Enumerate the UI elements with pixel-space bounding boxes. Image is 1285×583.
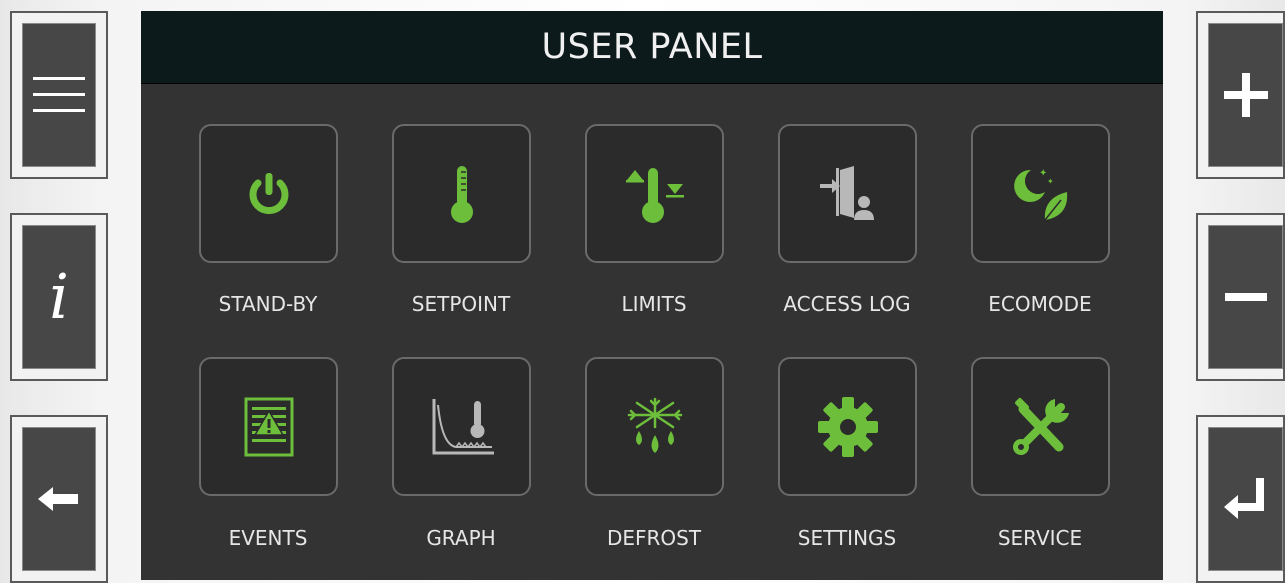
setpoint-button[interactable] [392, 124, 531, 263]
menu-button[interactable] [10, 11, 108, 179]
arrow-left-icon [38, 487, 78, 511]
svg-text:✦: ✦ [1047, 177, 1054, 186]
plus-button[interactable] [1196, 11, 1285, 179]
graph-button[interactable] [392, 357, 531, 496]
panel-header: USER PANEL [141, 11, 1163, 84]
defrost-label: DEFROST [606, 526, 702, 550]
service-button[interactable] [971, 357, 1110, 496]
defrost-button[interactable] [585, 357, 724, 496]
setpoint-label: SETPOINT [411, 292, 511, 316]
page-title: USER PANEL [541, 27, 763, 67]
graph-label: GRAPH [426, 526, 496, 550]
snowflake-drops-icon [627, 397, 682, 453]
hamburger-menu-icon [33, 77, 85, 112]
enter-return-icon [1223, 478, 1264, 519]
service-label: SERVICE [997, 526, 1083, 550]
standby-button[interactable] [199, 124, 338, 263]
plus-icon [1223, 73, 1268, 117]
minus-button[interactable] [1196, 213, 1285, 381]
settings-label: SETTINGS [797, 526, 897, 550]
wrench-screwdriver-icon [1012, 397, 1069, 455]
info-button[interactable]: i [10, 213, 108, 381]
ecomode-button[interactable]: ✦ ✦ [971, 124, 1110, 263]
standby-label: STAND-BY [218, 292, 318, 316]
events-label: EVENTS [228, 526, 308, 550]
ecomode-label: ECOMODE [988, 292, 1092, 316]
door-user-icon [819, 165, 874, 220]
info-icon: i [49, 260, 69, 333]
limits-label: LIMITS [621, 292, 687, 316]
moon-leaf-icon: ✦ ✦ [1013, 168, 1067, 220]
minus-icon [1224, 293, 1267, 301]
gear-icon [817, 396, 878, 457]
event-list-alert-icon [244, 397, 293, 456]
temperature-graph-icon [432, 398, 494, 454]
settings-button[interactable] [778, 357, 917, 496]
events-button[interactable] [199, 357, 338, 496]
enter-button[interactable] [1196, 415, 1285, 583]
thermometer-icon [450, 165, 473, 223]
access-log-label: ACCESS LOG [783, 292, 911, 316]
power-icon [249, 172, 288, 214]
limits-button[interactable] [585, 124, 724, 263]
thermometer-limits-icon [625, 167, 684, 223]
back-button[interactable] [10, 415, 108, 583]
access-log-button[interactable] [778, 124, 917, 263]
user-panel: USER PANEL STAND-BY SETPOINT LIMITS ACCE… [141, 11, 1163, 580]
